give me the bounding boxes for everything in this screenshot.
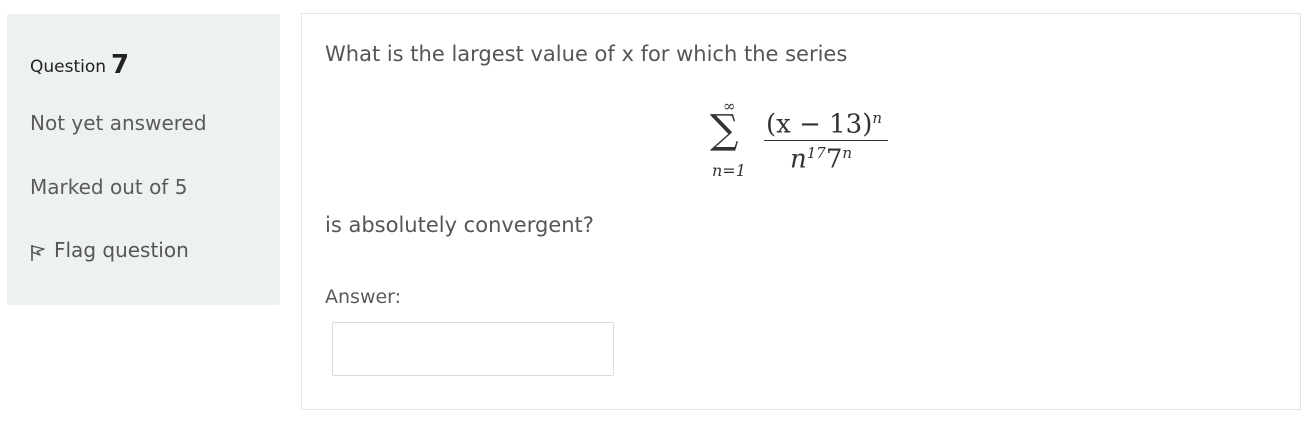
series-formula: ∞ ∑ n=1 (x − 13)n n177n (706, 97, 896, 197)
question-info-panel: Question 7 Not yet answered Marked out of… (7, 14, 280, 305)
denominator-seven: 7 (825, 144, 843, 175)
denominator-base: n (790, 144, 807, 175)
question-text-after: is absolutely convergent? (325, 213, 594, 237)
question-heading: Question 7 (30, 50, 129, 80)
numerator-exponent: n (872, 109, 883, 127)
answer-input[interactable] (332, 322, 614, 376)
denominator-exponent-n: n (842, 144, 853, 162)
formula-denominator: n177n (790, 144, 852, 175)
question-state: Not yet answered (30, 111, 207, 135)
numerator-base: (x − 13) (766, 109, 873, 140)
sum-symbol: ∑ (710, 107, 739, 153)
question-text-before: What is the largest value of x for which… (325, 42, 848, 66)
fraction-bar (764, 140, 888, 141)
flag-question-label: Flag question (54, 238, 189, 262)
flag-question-link[interactable]: Flag question (30, 238, 189, 262)
answer-label: Answer: (325, 286, 402, 308)
question-grade: Marked out of 5 (30, 175, 188, 199)
denominator-exponent-17: 17 (806, 144, 826, 162)
flag-icon (31, 245, 45, 261)
question-label: Question (30, 57, 107, 77)
formula-numerator: (x − 13)n (766, 109, 882, 140)
question-number: 7 (111, 50, 130, 80)
sum-lower-limit: n=1 (712, 161, 746, 180)
question-content-panel: What is the largest value of x for which… (301, 13, 1301, 410)
